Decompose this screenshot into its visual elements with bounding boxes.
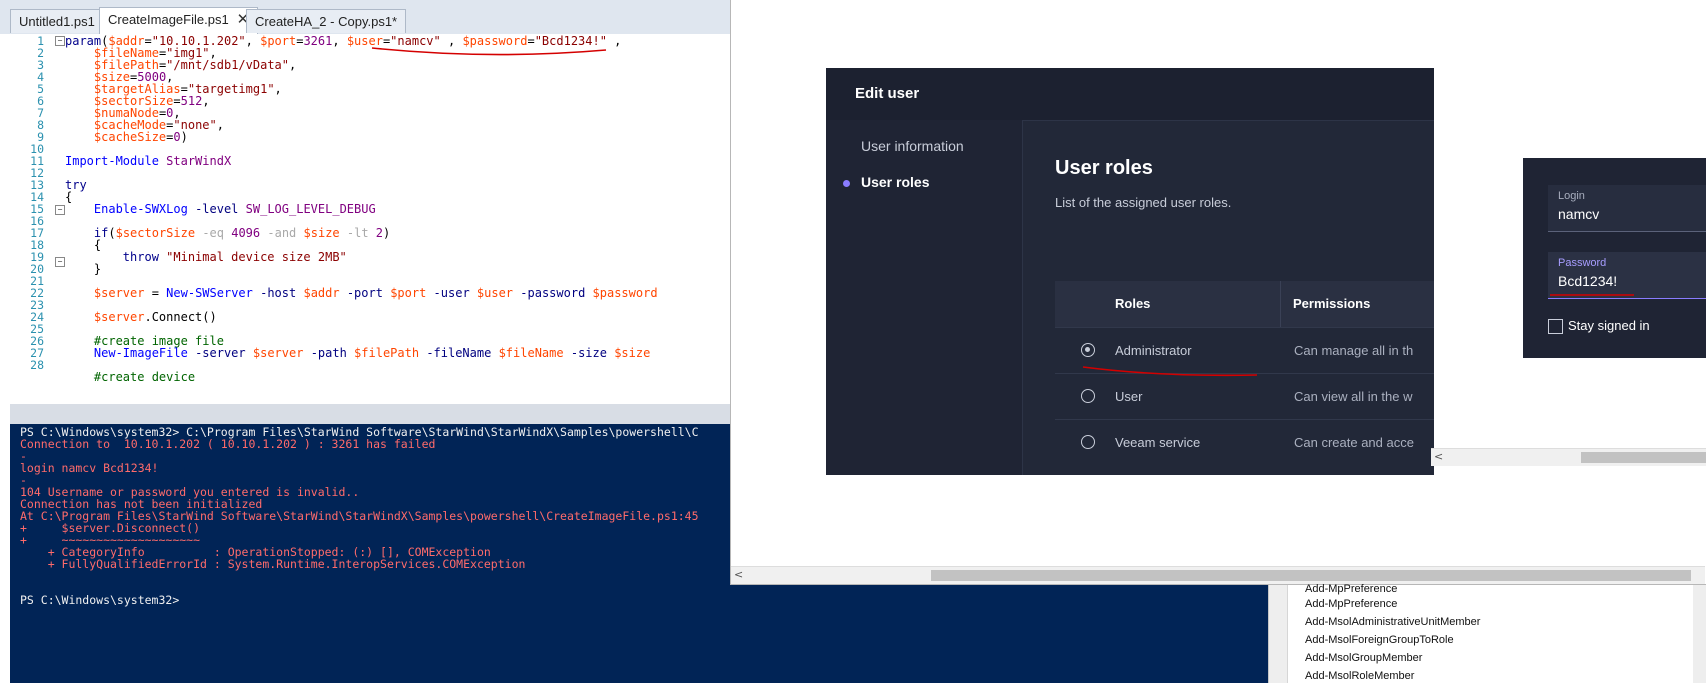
sidebar-item-user-information[interactable]: User information (861, 138, 964, 154)
console-line: + FullyQualifiedErrorId : System.Runtime… (20, 557, 526, 571)
list-item[interactable]: Add-MsolForeignGroupToRole (1305, 634, 1454, 646)
role-permission: Can create and acce (1294, 435, 1414, 450)
horizontal-scrollbar[interactable]: < (731, 566, 1705, 584)
code-line: #create device (93, 370, 196, 384)
tab-label: CreateImageFile.ps1 (108, 12, 229, 27)
role-name: Administrator (1115, 343, 1192, 358)
horizontal-scrollbar[interactable]: < (1431, 448, 1706, 466)
code-line: Enable-SWXLog -level SW_LOG_LEVEL_DEBUG (93, 202, 376, 216)
list-item[interactable]: Add-MsolRoleMember (1305, 670, 1414, 682)
tab-label: Untitled1.ps1 (19, 14, 95, 29)
role-name: Veeam service (1115, 435, 1201, 450)
column-header-permissions: Permissions (1281, 281, 1434, 327)
dialog-header: Edit user (826, 68, 1434, 121)
console-line: PS C:\Windows\system32> (20, 593, 180, 607)
role-name: User (1115, 389, 1143, 404)
console-line: login namcv Bcd1234! (20, 461, 159, 475)
code-line: if($sectorSize -eq 4096 -and $size -lt 2… (93, 226, 391, 240)
section-title: User roles (1055, 157, 1153, 179)
scroll-left-icon[interactable]: < (1434, 450, 1443, 463)
code-line: $server = New-SWServer -host $addr -port… (93, 286, 658, 300)
role-radio[interactable] (1081, 435, 1095, 449)
fold-toggle-icon[interactable]: − (55, 205, 65, 215)
console-line: Connection to 10.10.1.202 ( 10.10.1.202 … (20, 437, 436, 451)
annotation-underline (1082, 366, 1258, 377)
scroll-thumb[interactable] (1581, 452, 1706, 463)
line-number: 28 (30, 358, 44, 372)
stay-signed-in-label: Stay signed in (1568, 318, 1650, 333)
code-line: $server.Connect() (93, 310, 217, 324)
password-label: Password (1558, 257, 1607, 269)
vertical-scrollbar[interactable] (1693, 585, 1706, 683)
sidebar-item-user-roles[interactable]: User roles (861, 174, 929, 190)
tab-label: CreateHA_2 - Copy.ps1* (255, 14, 398, 29)
column-header-roles: Roles (1055, 281, 1281, 327)
active-indicator-icon (843, 180, 850, 187)
fold-toggle-icon[interactable]: − (55, 257, 65, 267)
scroll-thumb[interactable] (931, 570, 1691, 581)
code-line: New-ImageFile -server $server -path $fil… (93, 346, 651, 360)
script-editor[interactable]: 1 2 3 4 5 6 7 8 9 10 11 12 13 14 15 16 17 18 19 20 21 22 23 24 2… (0, 34, 730, 404)
code-line: } (65, 262, 102, 276)
dialog-title: Edit user (855, 85, 920, 102)
edit-user-dialog: Edit user User information User roles Us… (826, 68, 1434, 475)
stay-signed-in-checkbox[interactable] (1548, 319, 1563, 334)
scroll-left-icon[interactable]: < (734, 568, 743, 581)
code-line: throw "Minimal device size 2MB" (122, 250, 347, 264)
login-label: Login (1558, 190, 1585, 202)
tab-untitled1[interactable]: Untitled1.ps1 (10, 9, 104, 33)
role-radio[interactable] (1081, 389, 1095, 403)
list-item[interactable]: Add-MsolGroupMember (1305, 652, 1422, 664)
code-line: $cacheSize=0) (93, 130, 188, 144)
annotation-underline (371, 47, 607, 56)
vertical-scrollbar[interactable] (1269, 585, 1288, 683)
role-permission: Can manage all in th (1294, 343, 1414, 358)
pane-splitter[interactable] (10, 404, 730, 424)
tab-createimagefile[interactable]: CreateImageFile.ps1 ✕ (99, 7, 259, 34)
table-row[interactable]: Veeam service Can create and acce (1055, 419, 1434, 466)
script-tab-bar: Untitled1.ps1 CreateImageFile.ps1 ✕ Creat… (0, 0, 730, 35)
login-value: namcv (1558, 206, 1600, 222)
login-panel: Login namcv Password Bcd1234! Stay signe… (1523, 158, 1706, 358)
code-line: Import-Module StarWindX (65, 154, 232, 168)
command-list: Add-MpPreference Add-MpPreference Add-Ms… (1268, 583, 1706, 683)
tab-createha-copy[interactable]: CreateHA_2 - Copy.ps1* (246, 9, 407, 33)
list-item[interactable]: Add-MpPreference (1305, 583, 1397, 595)
line-number-gutter: 1 2 3 4 5 6 7 8 9 10 11 12 13 14 15 16 17 18 19 20 21 22 23 24 2… (0, 34, 60, 404)
role-radio[interactable] (1081, 343, 1095, 357)
password-value: Bcd1234! (1558, 273, 1618, 289)
role-permission: Can view all in the w (1294, 389, 1413, 404)
list-item[interactable]: Add-MsolAdministrativeUnitMember (1305, 616, 1480, 628)
dialog-sidebar: User information User roles (826, 120, 1023, 475)
login-field[interactable]: Login namcv (1548, 185, 1706, 232)
fold-toggle-icon[interactable]: − (55, 36, 65, 46)
section-description: List of the assigned user roles. (1055, 195, 1232, 210)
list-item[interactable]: Add-MpPreference (1305, 598, 1397, 610)
annotation-underline (1550, 294, 1634, 296)
